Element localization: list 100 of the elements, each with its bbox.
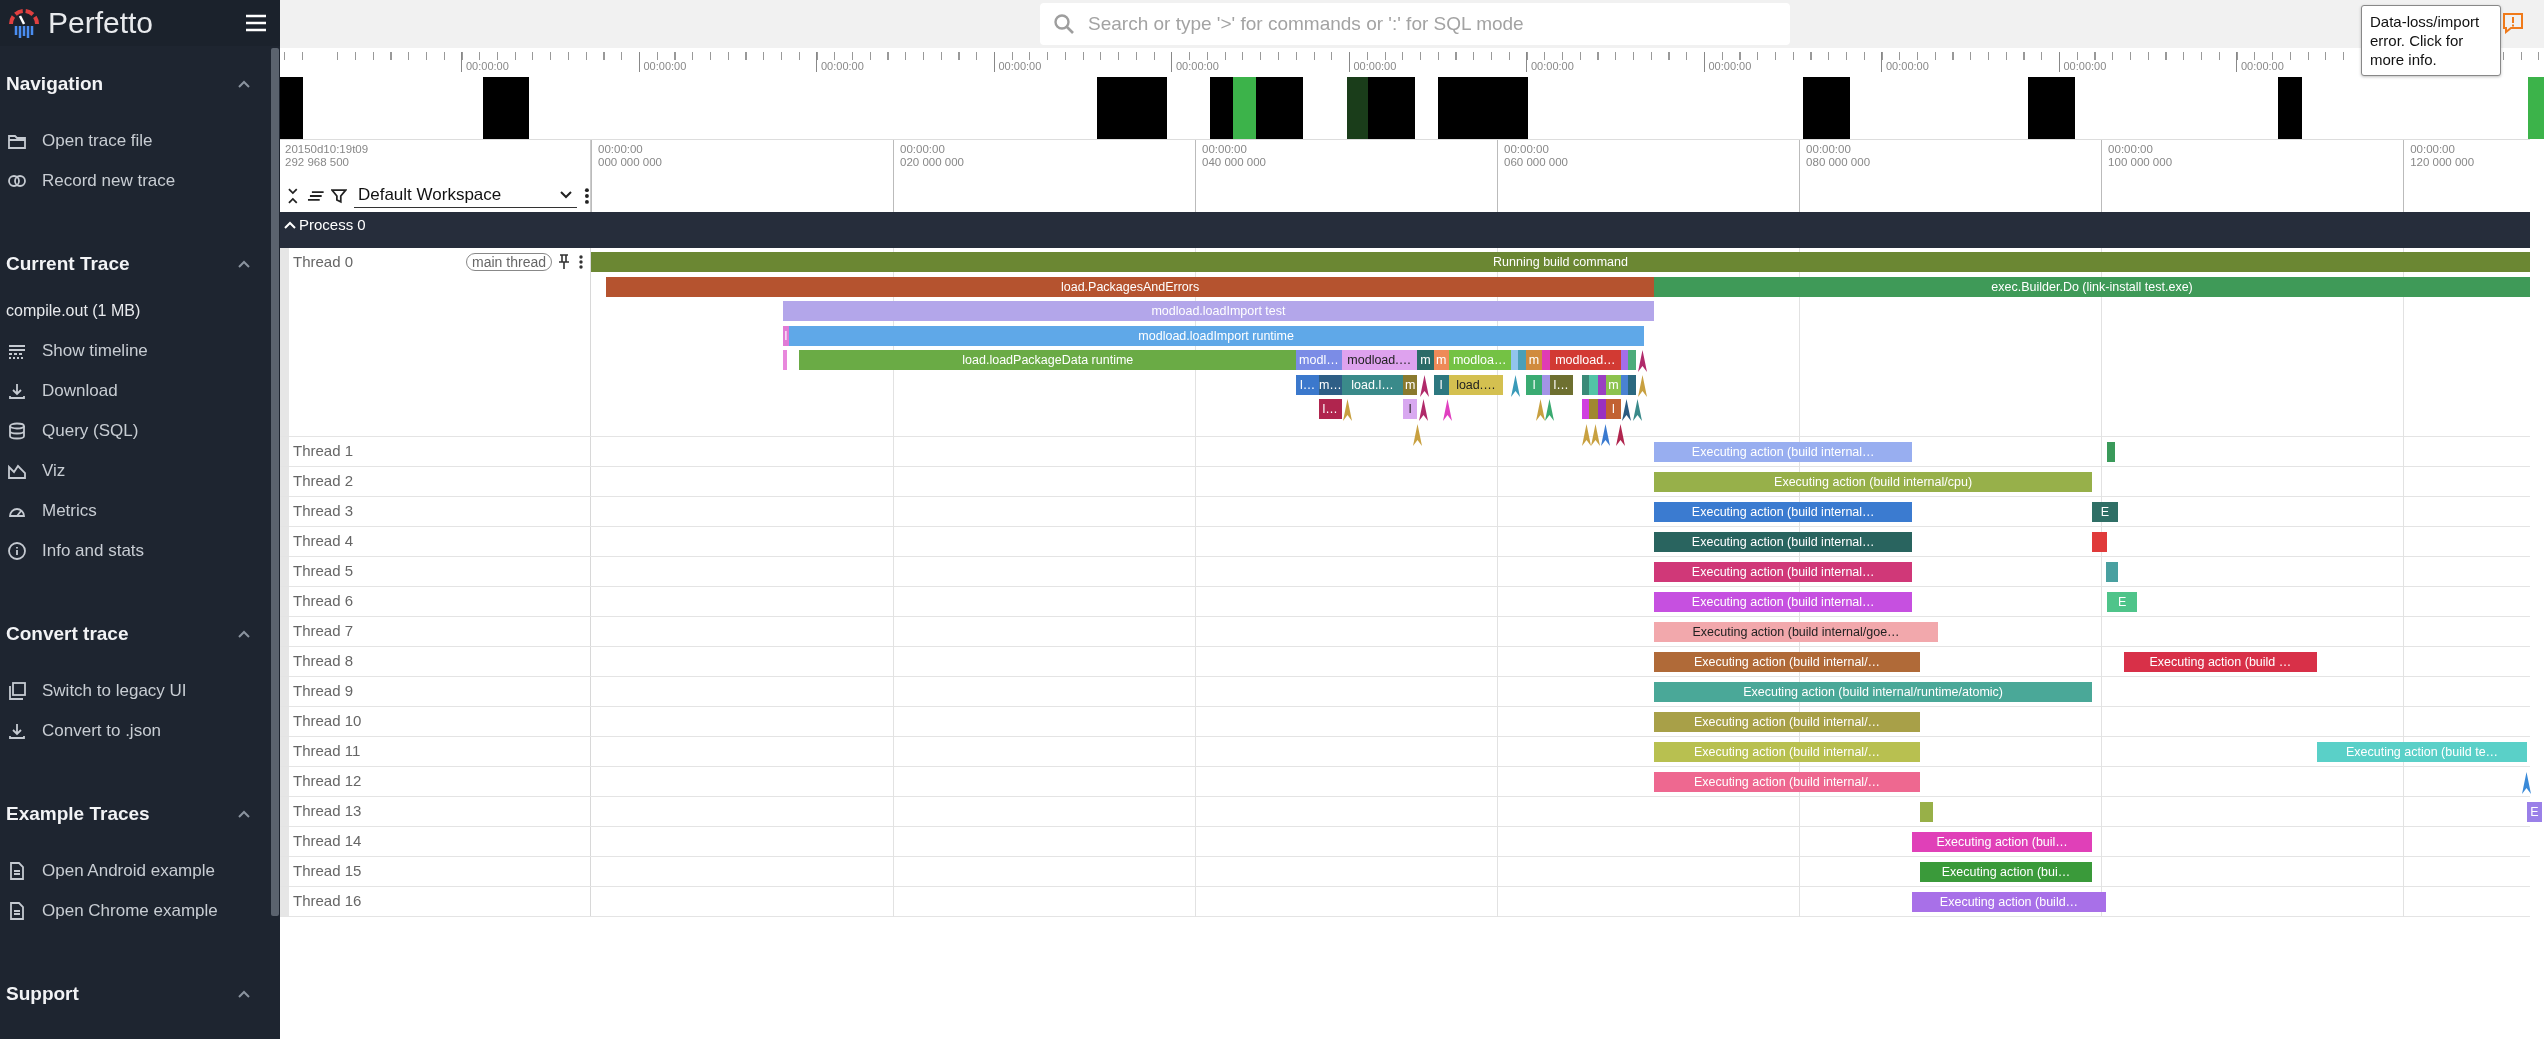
slice[interactable]: load.… (1448, 374, 1504, 395)
slice[interactable]: m (1403, 374, 1417, 395)
tick-offset: 000 000 000 (598, 156, 662, 169)
instant-icon[interactable] (1418, 399, 1428, 421)
scrollbar[interactable] (271, 48, 279, 916)
menu-item[interactable]: Info and stats (0, 531, 271, 571)
menu-item[interactable]: Open trace file (0, 121, 271, 161)
slice[interactable] (1589, 374, 1599, 395)
lines-icon[interactable] (306, 188, 325, 203)
workspace-select[interactable]: Default Workspace (353, 183, 578, 208)
more-icon[interactable] (578, 254, 584, 270)
slice[interactable]: m… (1318, 374, 1342, 395)
slice[interactable]: Executing action (build internal… (1654, 502, 1913, 522)
slice[interactable]: exec.Builder.Do (link-install test.exe) (1654, 276, 2530, 297)
process-header[interactable]: Process 0 (280, 212, 2530, 248)
collapse-all-icon[interactable] (286, 186, 300, 205)
slice[interactable]: Executing action (buil… (1912, 832, 2093, 852)
slice[interactable] (1542, 374, 1550, 395)
overview-drawing[interactable] (280, 77, 2544, 139)
menu-item[interactable]: Record new trace (0, 161, 271, 201)
slice[interactable]: Executing action (build internal/… (1654, 772, 1920, 792)
slice[interactable]: l (782, 325, 789, 346)
instant-icon[interactable] (1601, 423, 1611, 446)
menu-item[interactable]: Download (0, 371, 271, 411)
slice[interactable]: Executing action (build internal… (1654, 532, 1913, 552)
slice[interactable]: Executing action (build internal/runtime/atomic) (1654, 682, 2093, 702)
thread-name: Thread 5 (293, 562, 355, 580)
instant-icon[interactable] (1420, 374, 1430, 397)
thread-name: Thread 14 (293, 832, 363, 850)
slice[interactable]: modload… (1549, 350, 1621, 370)
instant-icon[interactable] (1633, 399, 1642, 421)
tick-label: 00:00:00 (1526, 52, 1574, 72)
slice[interactable]: E (2092, 502, 2118, 522)
slice[interactable] (1581, 374, 1590, 395)
instant-icon[interactable] (2522, 772, 2532, 794)
menu-item[interactable]: Open Android example (0, 851, 271, 891)
tick-label: 00:00:00 (816, 52, 864, 72)
slice[interactable] (2105, 562, 2118, 582)
section-title[interactable]: Convert trace (6, 623, 129, 645)
slice[interactable] (1581, 399, 1590, 419)
menu-item[interactable]: Query (SQL) (0, 411, 271, 451)
document-icon (7, 861, 27, 881)
instant-icon[interactable] (1616, 423, 1626, 446)
instant-icon[interactable] (1622, 399, 1632, 421)
filter-icon[interactable] (331, 187, 347, 204)
slice[interactable] (1628, 374, 1636, 395)
menu-item[interactable]: Show timeline (0, 331, 271, 371)
slice[interactable]: Executing action (bui… (1919, 862, 2093, 882)
tick-offset: 020 000 000 (900, 156, 964, 169)
slice[interactable]: load.PackagesAndErrors (606, 276, 1655, 297)
tick-label: 00:00:00 (638, 52, 687, 72)
slice[interactable]: m (1417, 350, 1434, 370)
more-icon[interactable] (584, 186, 590, 205)
start-time: 20150d10:19t09 (285, 143, 370, 156)
slice[interactable]: Executing action (build … (2123, 652, 2318, 672)
menu-icon[interactable] (244, 13, 268, 33)
trace-name: compile.out (1 MB) (5, 301, 142, 321)
section-title[interactable]: Navigation (6, 73, 104, 95)
slice[interactable] (1620, 374, 1629, 395)
slice[interactable]: modl… (1296, 350, 1342, 370)
menu-item[interactable]: Metrics (0, 491, 271, 531)
pin-icon[interactable] (558, 254, 570, 270)
slice[interactable]: Executing action (build internal/cpu) (1654, 472, 2093, 492)
thread-name: Thread 15 (293, 862, 363, 880)
slice[interactable]: l (1403, 399, 1417, 419)
section-title[interactable]: Example Traces (6, 803, 150, 825)
section-title[interactable]: Current Trace (6, 253, 130, 275)
instant-icon[interactable] (1510, 374, 1520, 397)
instant-icon[interactable] (1637, 350, 1647, 372)
slice[interactable]: modload.loadImport runtime (788, 325, 1644, 346)
slice[interactable]: l (1525, 374, 1543, 395)
menu-item[interactable]: Switch to legacy UI (0, 671, 271, 711)
tick-label: 00:00:00 (993, 52, 1042, 72)
slice[interactable]: load.l… (1341, 374, 1404, 395)
slice[interactable]: Executing action (build internal/… (1654, 712, 1920, 732)
slice[interactable]: Executing action (build internal/goe… (1654, 622, 1938, 642)
slice[interactable]: Executing action (build… (1912, 892, 2106, 912)
slice[interactable]: l… (1549, 374, 1573, 395)
slice[interactable]: l… (1318, 399, 1342, 419)
instant-icon[interactable] (1442, 399, 1452, 421)
error-icon[interactable] (2502, 12, 2524, 34)
slice[interactable]: Executing action (build internal/… (1654, 652, 1920, 672)
slice[interactable]: Running build command (591, 252, 2530, 272)
slice[interactable]: l… (1296, 374, 1319, 395)
menu-item[interactable]: Convert to .json (0, 711, 271, 751)
slice[interactable]: load.loadPackageData runtime (799, 350, 1297, 370)
slice[interactable]: l (1433, 374, 1449, 395)
slice[interactable]: E (2526, 802, 2543, 822)
section-title[interactable]: Support (6, 983, 79, 1005)
slice[interactable] (1598, 374, 1606, 395)
menu-item[interactable]: Open Chrome example (0, 891, 271, 931)
menu-item[interactable]: Viz (0, 451, 271, 491)
error-tooltip: Data-loss/import error. Click for more info. (2361, 5, 2501, 76)
slice[interactable]: Executing action (build internal… (1654, 562, 1913, 582)
tick-offset: 100 000 000 (2108, 156, 2173, 169)
search-field[interactable]: Search or type '>' for commands or ':' for SQL mode (1040, 3, 1790, 45)
slice[interactable]: modload.… (1341, 350, 1418, 370)
thread-name: Thread 13 (293, 802, 363, 820)
slice[interactable] (2092, 532, 2108, 552)
slice[interactable]: Executing action (build internal… (1654, 592, 1913, 612)
